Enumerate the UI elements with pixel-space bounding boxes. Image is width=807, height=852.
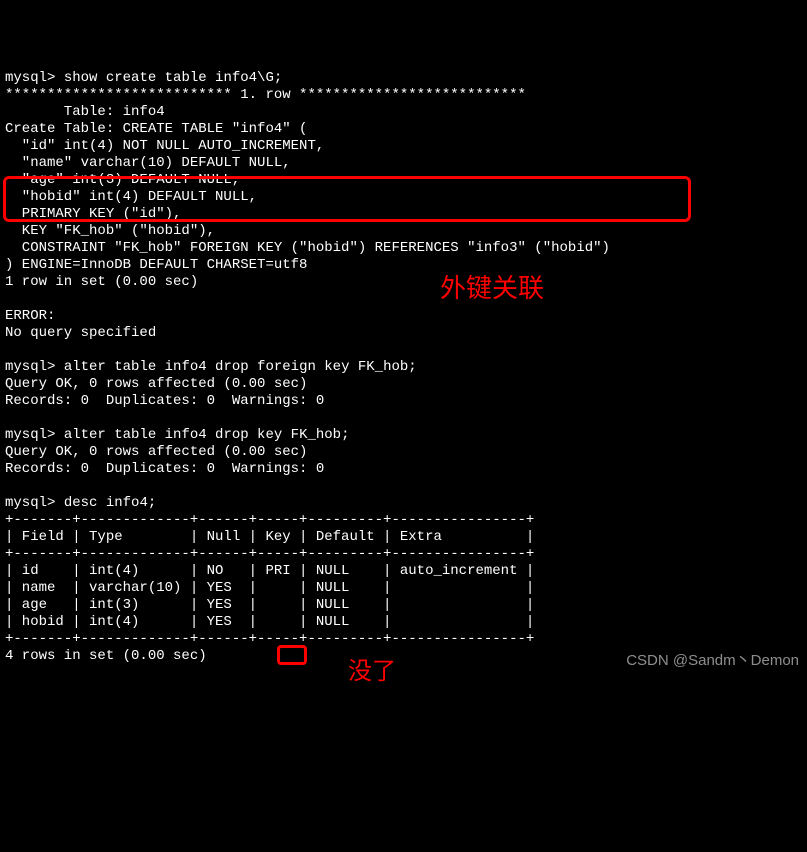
create-line: "hobid" int(4) DEFAULT NULL, bbox=[5, 189, 257, 205]
error-text: No query specified bbox=[5, 325, 156, 341]
create-line-constraint: CONSTRAINT "FK_hob" FOREIGN KEY ("hobid"… bbox=[5, 240, 610, 256]
prompt: mysql> bbox=[5, 70, 55, 86]
watermark: CSDN @Sandm丶Demon bbox=[626, 652, 799, 669]
create-line: ) ENGINE=InnoDB DEFAULT CHARSET=utf8 bbox=[5, 257, 307, 273]
prompt: mysql> bbox=[5, 359, 55, 375]
query-ok: Query OK, 0 rows affected (0.00 sec) bbox=[5, 444, 307, 460]
create-line: PRIMARY KEY ("id"), bbox=[5, 206, 181, 222]
table-name-line: Table: info4 bbox=[5, 104, 165, 120]
records-line: Records: 0 Duplicates: 0 Warnings: 0 bbox=[5, 393, 324, 409]
table-row: | age | int(3) | YES | | NULL | | bbox=[5, 597, 534, 613]
table-row: | id | int(4) | NO | PRI | NULL | auto_i… bbox=[5, 563, 534, 579]
table-border: +-------+-------------+------+-----+----… bbox=[5, 546, 534, 562]
row-separator: *************************** 1. row *****… bbox=[5, 87, 526, 103]
create-line: "id" int(4) NOT NULL AUTO_INCREMENT, bbox=[5, 138, 324, 154]
command-text[interactable]: alter table info4 drop foreign key FK_ho… bbox=[64, 359, 417, 375]
table-header: | Field | Type | Null | Key | Default | … bbox=[5, 529, 534, 545]
error-label: ERROR: bbox=[5, 308, 55, 324]
command-text[interactable]: alter table info4 drop key FK_hob; bbox=[64, 427, 350, 443]
prompt: mysql> bbox=[5, 427, 55, 443]
table-row: | name | varchar(10) | YES | | NULL | | bbox=[5, 580, 534, 596]
create-line-key: KEY "FK_hob" ("hobid"), bbox=[5, 223, 215, 239]
records-line: Records: 0 Duplicates: 0 Warnings: 0 bbox=[5, 461, 324, 477]
command-text[interactable]: desc info4; bbox=[64, 495, 156, 511]
annotation-fk-label: 外键关联 bbox=[440, 280, 544, 297]
create-line: "name" varchar(10) DEFAULT NULL, bbox=[5, 155, 291, 171]
prompt: mysql> bbox=[5, 495, 55, 511]
create-line: "age" int(3) DEFAULT NULL, bbox=[5, 172, 240, 188]
table-border: +-------+-------------+------+-----+----… bbox=[5, 631, 534, 647]
table-border: +-------+-------------+------+-----+----… bbox=[5, 512, 534, 528]
command-text[interactable]: show create table info4\G; bbox=[64, 70, 282, 86]
rows-in-set: 1 row in set (0.00 sec) bbox=[5, 274, 198, 290]
query-ok: Query OK, 0 rows affected (0.00 sec) bbox=[5, 376, 307, 392]
annotation-gone-label: 没了 bbox=[348, 663, 396, 680]
create-line: Create Table: CREATE TABLE "info4" ( bbox=[5, 121, 307, 137]
table-row: | hobid | int(4) | YES | | NULL | | bbox=[5, 614, 534, 630]
terminal-output: mysql> show create table info4\G; ******… bbox=[5, 70, 802, 665]
rows-in-set: 4 rows in set (0.00 sec) bbox=[5, 648, 207, 664]
